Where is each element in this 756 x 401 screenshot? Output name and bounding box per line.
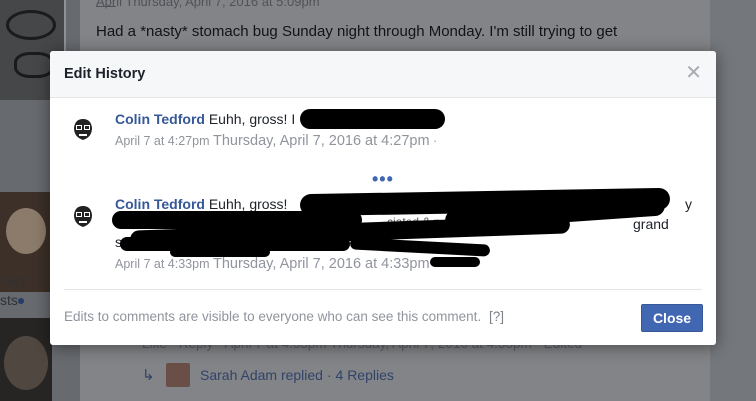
timestamp-short[interactable]: April 7 at 4:27pm [115, 134, 210, 148]
comment-text: Euhh, gross! I [208, 111, 296, 127]
close-icon[interactable]: ✕ [685, 63, 702, 83]
show-more-edits-button[interactable]: ••• [372, 169, 394, 190]
redaction [300, 109, 445, 129]
avatar[interactable] [68, 115, 98, 145]
timestamp-long: Thursday, April 7, 2016 at 4:33pm [212, 256, 430, 272]
comment-author[interactable]: Colin Tedford [115, 111, 205, 127]
timestamp-short[interactable]: April 7 at 4:33pm [115, 257, 210, 271]
redaction [430, 257, 480, 267]
dialog-title: Edit History [64, 66, 146, 82]
help-icon[interactable]: [?] [489, 309, 504, 324]
comment-text: Euhh, gross! [208, 196, 288, 212]
edit-history-dialog: Edit History ✕ Colin Tedford Euhh, gross… [50, 51, 716, 345]
footer-note: Edits to comments are visible to everyon… [64, 309, 504, 324]
avatar[interactable] [68, 202, 98, 232]
dialog-header: Edit History ✕ [50, 51, 716, 98]
close-button[interactable]: Close [641, 304, 703, 332]
comment-text-fragment: y [685, 196, 692, 212]
redaction [170, 247, 270, 257]
comment-author[interactable]: Colin Tedford [115, 196, 205, 212]
timestamp-long: Thursday, April 7, 2016 at 4:27pm [212, 133, 430, 149]
footer-text: Edits to comments are visible to everyon… [64, 309, 482, 324]
